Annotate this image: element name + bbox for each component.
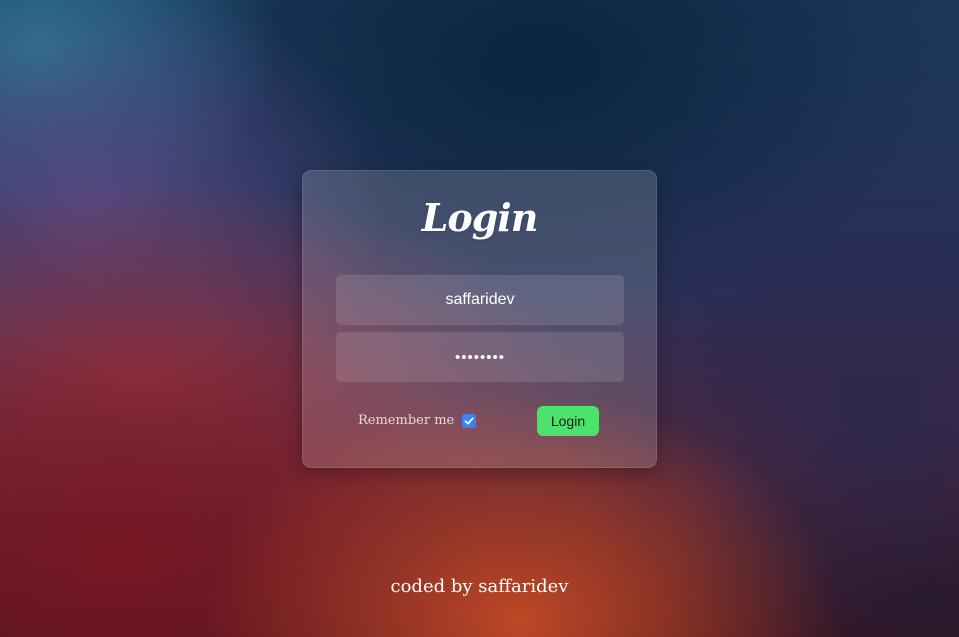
login-title: Login <box>421 195 539 240</box>
login-card: Login Remember me Login <box>302 170 657 468</box>
remember-me-row: Remember me <box>358 413 477 428</box>
footer-credit: coded by saffaridev <box>390 576 569 597</box>
checkmark-icon <box>464 417 474 424</box>
password-field[interactable] <box>336 332 624 382</box>
login-button[interactable]: Login <box>537 406 599 436</box>
remember-me-label: Remember me <box>358 413 455 428</box>
username-field[interactable] <box>336 275 624 325</box>
remember-me-checkbox[interactable] <box>462 413 477 428</box>
